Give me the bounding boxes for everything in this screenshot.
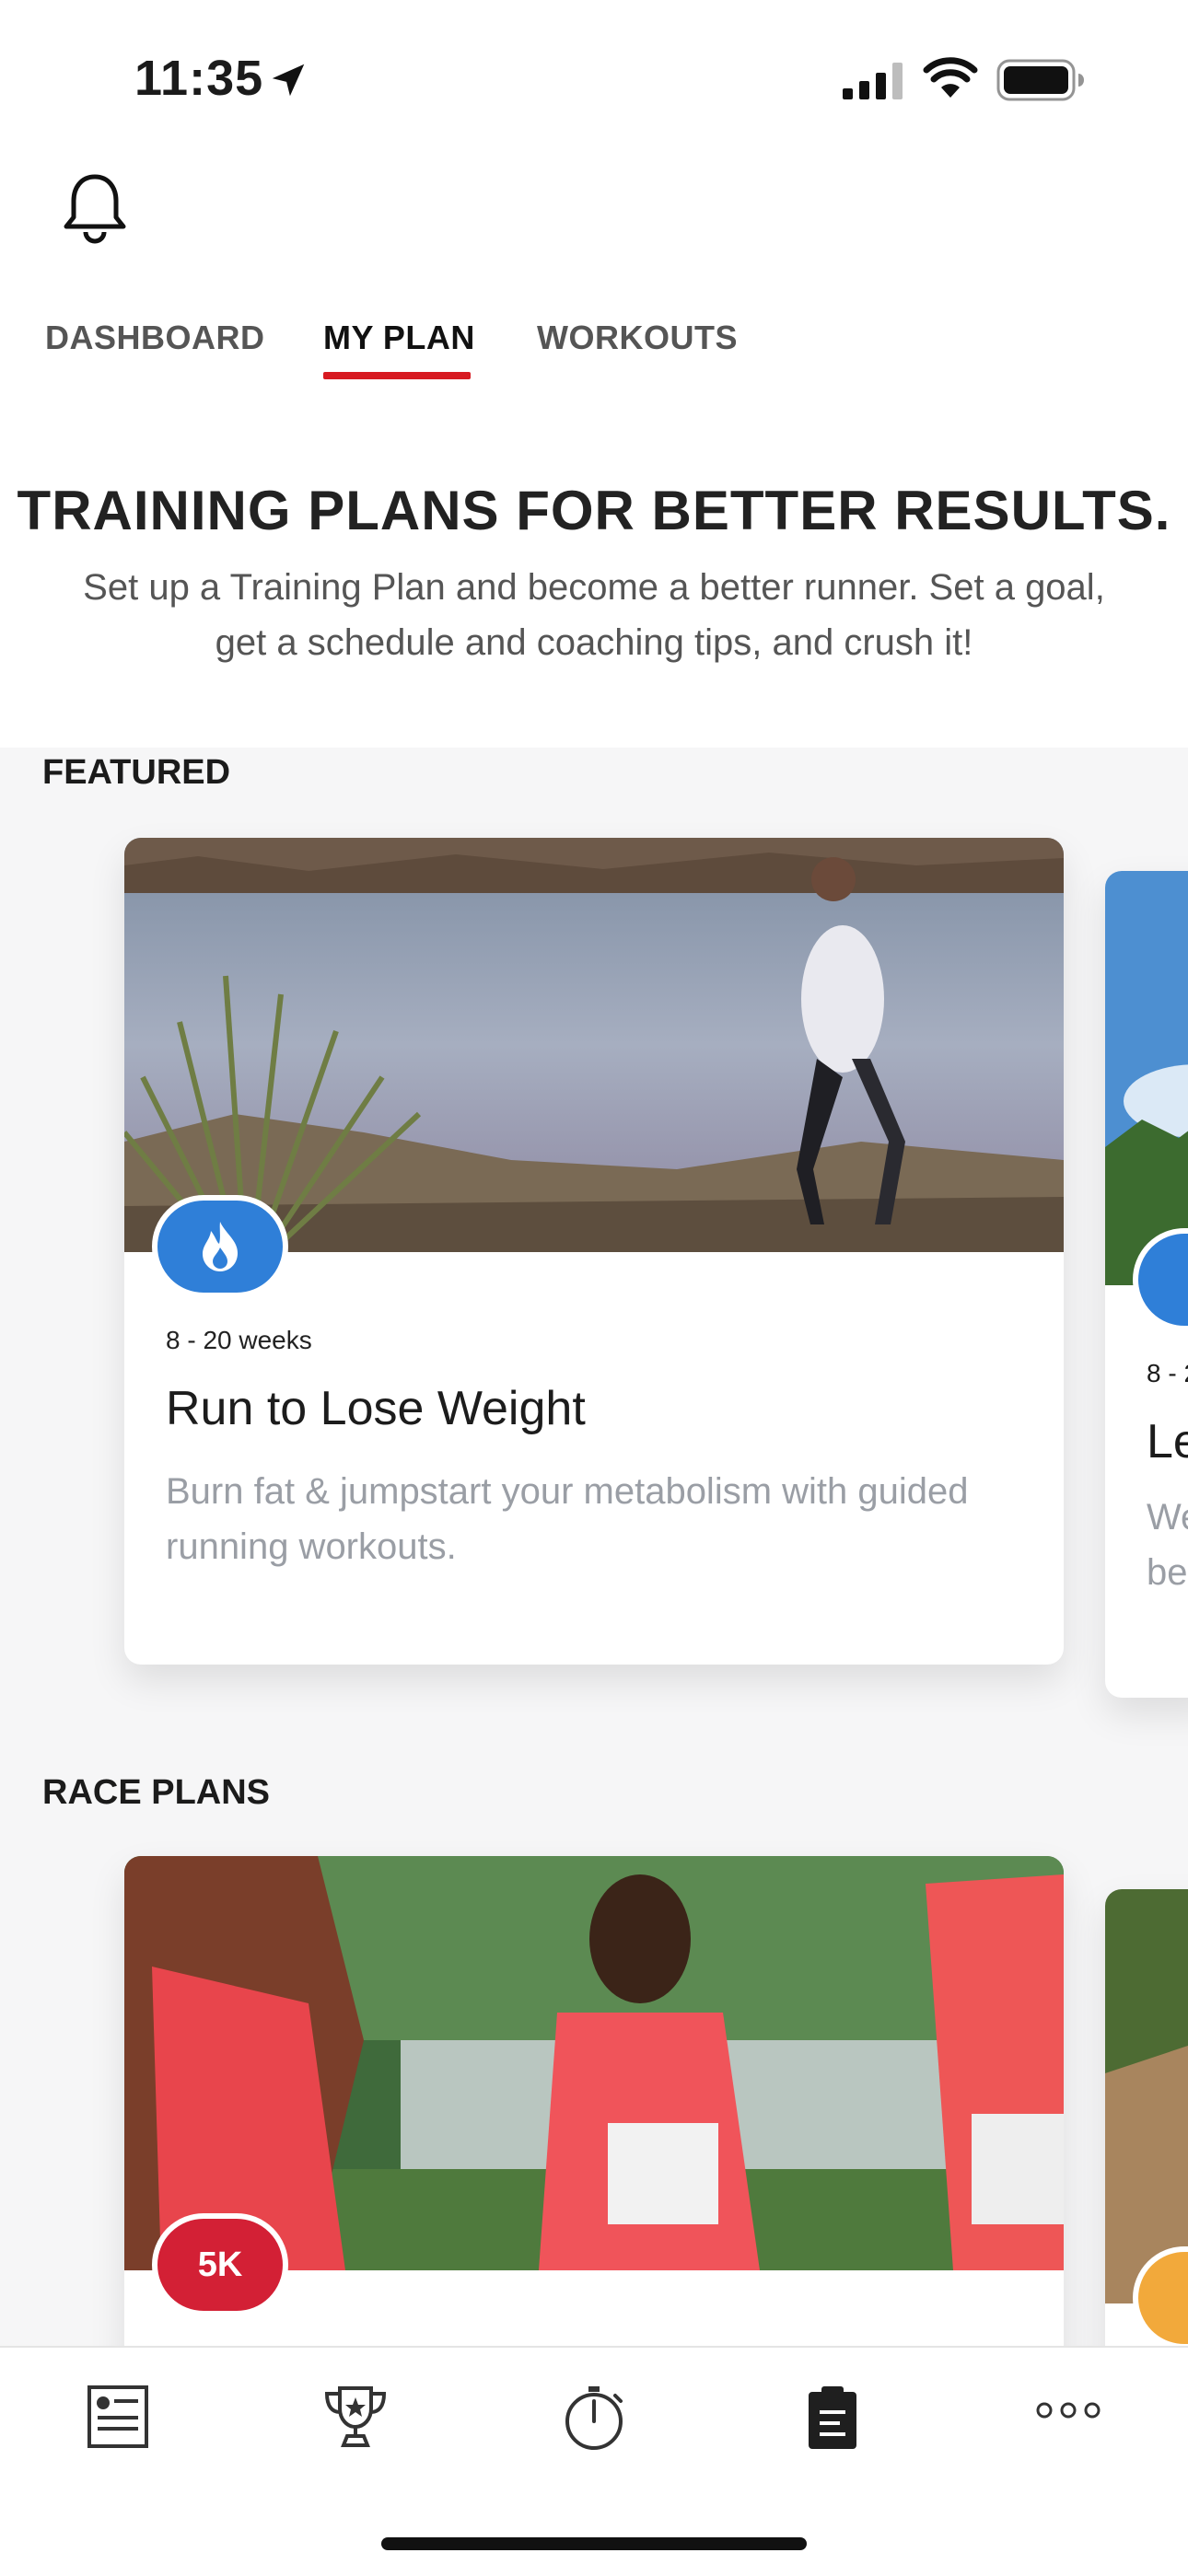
news-feed-icon[interactable] — [87, 2385, 149, 2449]
plan-description-partial-2: be — [1147, 1552, 1188, 1593]
plan-duration-partial: 8 - 2 — [1147, 1359, 1188, 1387]
page-headline: TRAINING PLANS FOR BETTER RESULTS. — [17, 480, 1171, 541]
race-plans-section-title: RACE PLANS — [42, 1773, 271, 1812]
location-arrow-icon — [272, 64, 305, 97]
more-icon[interactable] — [1035, 2401, 1101, 2419]
active-tab-indicator — [323, 372, 471, 379]
stopwatch-icon[interactable] — [562, 2385, 626, 2451]
tab-dashboard[interactable]: DASHBOARD — [45, 319, 265, 357]
weight-loss-badge — [152, 1195, 288, 1298]
tab-workouts[interactable]: WORKOUTS — [537, 319, 738, 357]
featured-plan-image-partial — [1105, 871, 1188, 1285]
plan-description-partial-1: We — [1147, 1497, 1188, 1537]
plan-title: Run to Lose Weight — [166, 1382, 586, 1435]
plan-description: Burn fat & jumpstart your metabolism wit… — [166, 1471, 969, 1567]
plan-duration: 8 - 20 weeks — [166, 1326, 312, 1354]
featured-plan-card[interactable]: 8 - 20 weeks Run to Lose Weight Burn fat… — [124, 838, 1064, 1665]
race-plan-card-5k[interactable]: 5K — [124, 1856, 1064, 2408]
page-subtext: Set up a Training Plan and become a bett… — [83, 567, 1105, 663]
featured-plan-card-partial[interactable]: 8 - 2 Le We be — [1105, 871, 1188, 1698]
battery-icon — [996, 59, 1084, 101]
trophy-icon[interactable] — [323, 2385, 388, 2449]
featured-section-title: FEATURED — [42, 753, 231, 792]
race-plan-card-partial[interactable]: 1 — [1105, 1889, 1188, 2405]
race-plan-image — [124, 1856, 1064, 2270]
race-plan-image-partial — [1105, 1889, 1188, 2303]
wifi-icon — [923, 57, 978, 98]
race-5k-badge: 5K — [152, 2213, 288, 2316]
featured-plan-image — [124, 838, 1064, 1252]
notification-bell-icon[interactable] — [61, 171, 129, 245]
plan-title-partial: Le — [1147, 1415, 1188, 1468]
status-time: 11:35 — [134, 51, 264, 106]
home-indicator — [381, 2537, 807, 2550]
cellular-signal-icon — [843, 63, 903, 99]
clipboard-icon[interactable] — [807, 2385, 858, 2451]
flame-icon — [203, 1222, 238, 1271]
tab-my-plan[interactable]: MY PLAN — [323, 319, 475, 357]
